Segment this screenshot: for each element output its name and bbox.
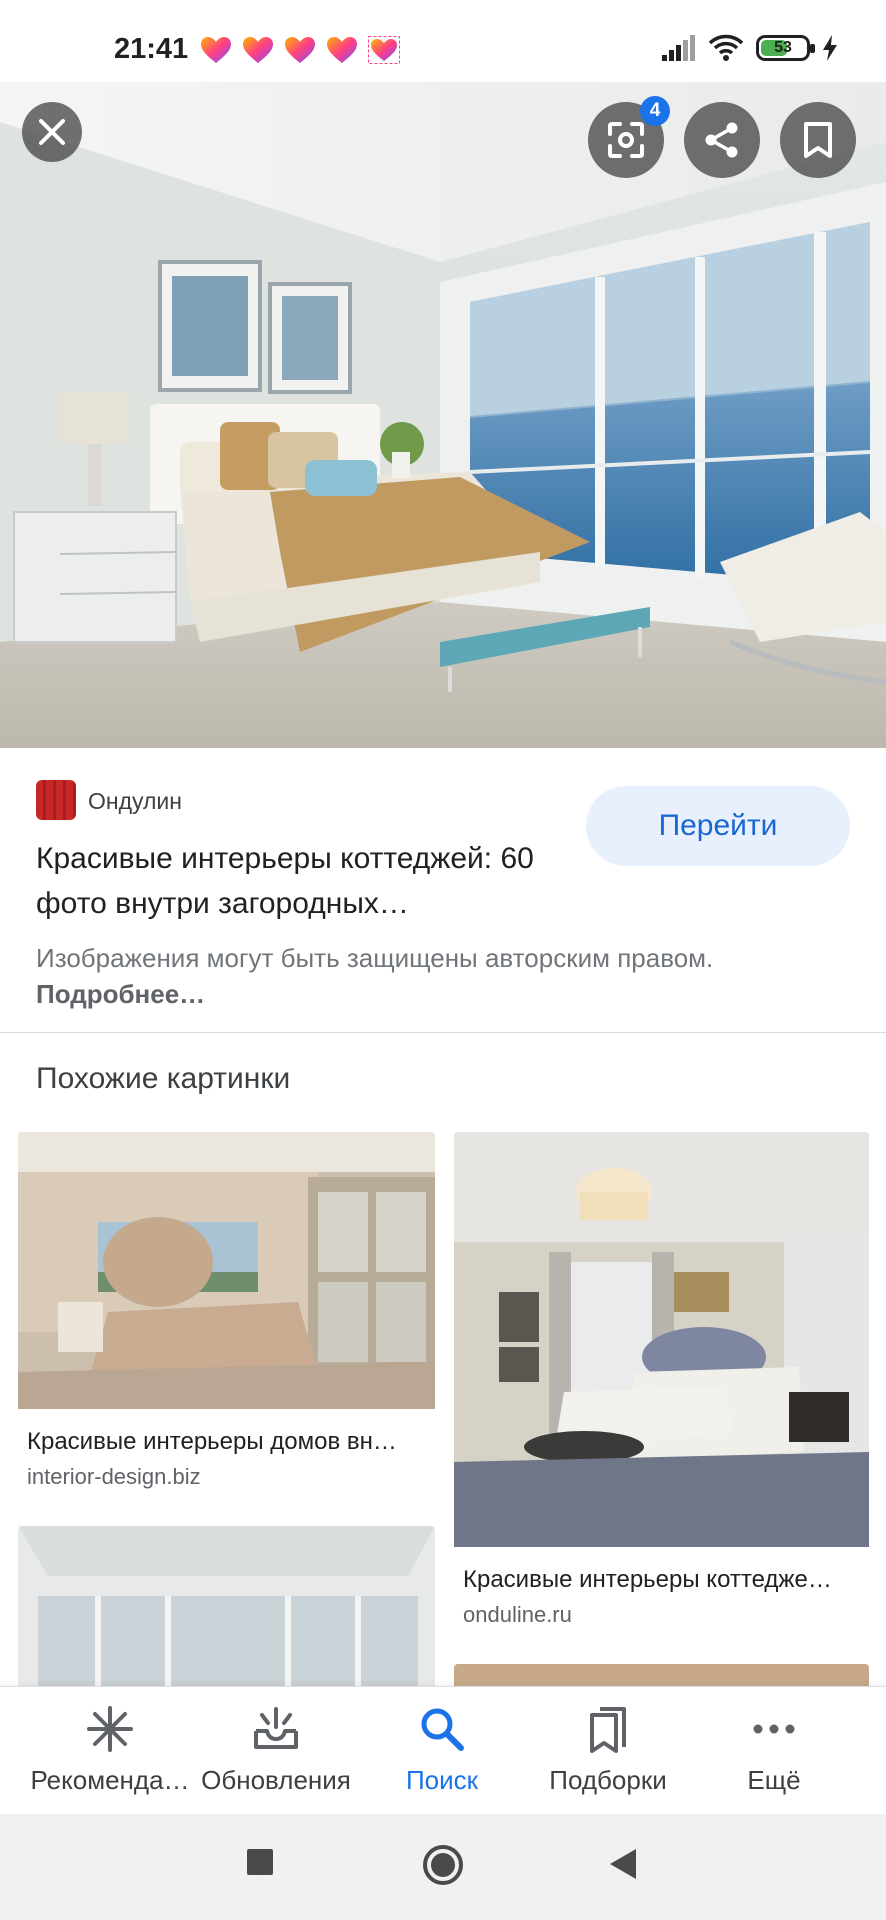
similar-heading: Похожие картинки [36,1062,291,1095]
similar-domain: interior-design.biz [27,1464,201,1489]
more-dots-icon [753,1724,795,1734]
signal-icon [662,35,695,61]
copyright-text: Изображения могут быть защищены авторски… [36,943,714,973]
source-logo [36,780,76,820]
nav-item-more[interactable]: Ещё [689,1705,859,1796]
close-icon [39,119,65,145]
similar-title[interactable]: Красивые интерьеры коттедже… [463,1566,869,1594]
lens-badge: 4 [640,96,670,126]
similar-card[interactable]: Красивые интерьеры коттедже… onduline.ru [454,1132,869,1628]
status-time: 21:41 [114,33,189,65]
similar-thumbnail[interactable] [18,1132,435,1414]
similar-domain: onduline.ru [463,1602,572,1627]
share-icon [705,122,738,158]
search-icon [421,1708,464,1751]
similar-card[interactable] [454,1664,869,1686]
similar-card[interactable] [18,1526,435,1686]
bottom-navigation: Рекоменда… Обновления Поиск Подборки Ещё [0,1686,886,1814]
share-button[interactable] [684,102,760,178]
similar-thumbnail[interactable] [454,1664,869,1686]
bookmark-button[interactable] [780,102,856,178]
more-link[interactable]: Подробнее… [36,979,205,1009]
heart-app-icon [285,37,315,63]
similar-card[interactable]: Красивые интерьеры домов вн… interior-de… [18,1132,435,1490]
battery-level: 53 [774,39,792,56]
heart-app-icon [201,37,231,63]
nav-item-recommendations[interactable]: Рекоменда… [25,1705,195,1796]
status-bar: 21:41 53 [0,0,886,82]
heart-app-icon [327,37,357,63]
recent-apps-button[interactable] [246,1848,274,1876]
nav-item-search[interactable]: Поиск [357,1705,527,1796]
notification-icons [200,36,400,64]
similar-thumbnail[interactable] [454,1132,869,1552]
nav-item-updates[interactable]: Обновления [191,1705,361,1796]
heart-app-icon [368,36,400,64]
nav-label: Рекоменда… [30,1765,190,1795]
lens-icon [608,122,644,158]
bedroom-photo [0,82,886,748]
charging-icon [823,35,837,61]
asterisk-icon [87,1706,133,1752]
bookmark-icon [804,122,832,158]
result-title[interactable]: Красивые интерьеры коттеджей: 60 фото вн… [36,836,556,926]
inbox-updates-icon [254,1707,298,1749]
visit-button[interactable]: Перейти [586,786,850,866]
source-name[interactable]: Ондулин [88,788,182,815]
copyright-notice: Изображения могут быть защищены авторски… [36,940,796,1012]
divider [0,1032,886,1033]
nav-label: Поиск [405,1765,479,1795]
preview-image[interactable]: 4 [0,82,886,748]
result-info: Ондулин Перейти Красивые интерьеры котте… [0,748,886,1032]
heart-app-icon [243,37,273,63]
wifi-icon [708,34,744,61]
nav-item-collections[interactable]: Подборки [523,1705,693,1796]
collections-icon [590,1707,626,1753]
nav-label: Ещё [747,1765,801,1795]
similar-title[interactable]: Красивые интерьеры домов вн… [27,1428,435,1456]
system-navigation-bar [0,1814,886,1920]
nav-label: Подборки [549,1765,667,1795]
nav-label: Обновления [201,1765,351,1795]
close-button[interactable] [22,102,82,162]
status-indicators: 53 [662,34,838,62]
back-button[interactable] [608,1848,638,1880]
lens-search-button[interactable]: 4 [588,96,670,178]
similar-thumbnail[interactable] [18,1526,435,1686]
battery-icon: 53 [756,35,815,61]
home-button[interactable] [422,1844,464,1886]
